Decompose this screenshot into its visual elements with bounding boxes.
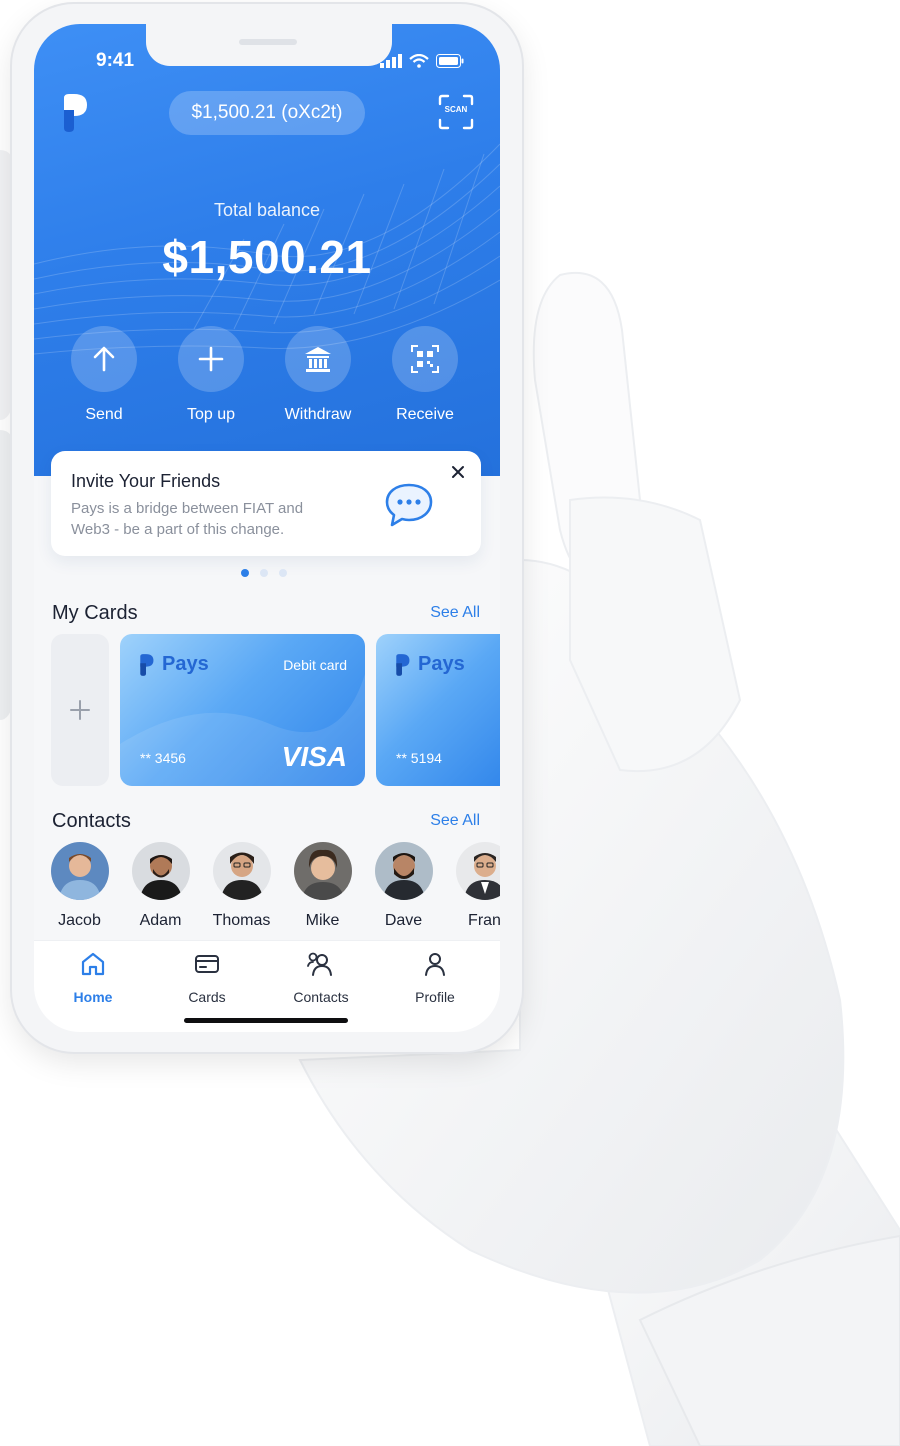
my-cards-see-all-link[interactable]: See All xyxy=(430,604,480,622)
contact-name: Dave xyxy=(384,912,423,929)
card-icon xyxy=(195,955,219,973)
tab-cards-label: Cards xyxy=(188,989,226,1005)
withdraw-label: Withdraw xyxy=(284,406,352,423)
status-time: 9:41 xyxy=(96,50,135,71)
card-type: Debit card xyxy=(283,657,347,673)
receive-label: Receive xyxy=(396,406,454,423)
second-card[interactable]: Pays ** 5194 xyxy=(376,634,500,786)
tab-contacts[interactable]: Contacts xyxy=(271,951,371,1005)
wallet-address-label: $1,500.21 (oXc2t) xyxy=(191,102,343,123)
invite-description: Pays is a bridge between FIAT and Web3 -… xyxy=(71,500,304,538)
contacts-title: Contacts xyxy=(52,810,131,832)
card-brand-name: Pays xyxy=(418,653,465,675)
pays-logo-icon xyxy=(396,653,410,676)
contact-name: Mike xyxy=(305,912,340,929)
tab-cards[interactable]: Cards xyxy=(157,951,257,1005)
contact-name: Thomas xyxy=(212,912,271,929)
total-balance-amount: $1,500.21 xyxy=(162,231,372,283)
carousel-dot[interactable] xyxy=(260,569,268,577)
pays-logo-icon xyxy=(140,653,154,676)
battery-icon xyxy=(436,54,464,68)
invite-friends-banner[interactable]: Invite Your Friends Pays is a bridge bet… xyxy=(51,451,481,556)
avatar xyxy=(131,842,190,900)
contacts-icon xyxy=(307,952,332,976)
arrow-up-icon xyxy=(93,346,115,372)
my-cards-title: My Cards xyxy=(52,602,138,624)
total-balance-label: Total balance xyxy=(213,200,321,220)
top-up-button[interactable]: Top up xyxy=(161,326,261,424)
contact-name: Adam xyxy=(139,912,182,929)
tab-home-label: Home xyxy=(73,989,113,1005)
avatar xyxy=(455,842,500,900)
avatar xyxy=(50,842,109,900)
contact-item[interactable]: Adam xyxy=(120,842,201,930)
invite-title: Invite Your Friends xyxy=(71,471,221,491)
carousel-dot[interactable] xyxy=(279,569,287,577)
close-icon[interactable] xyxy=(451,465,465,479)
wifi-icon xyxy=(409,54,429,68)
home-icon xyxy=(81,952,105,976)
send-button[interactable]: Send xyxy=(54,326,154,424)
tab-profile[interactable]: Profile xyxy=(385,951,485,1005)
debit-card[interactable]: Pays Debit card ** 3456 VISA xyxy=(120,634,365,786)
bank-icon xyxy=(305,347,331,372)
card-number: ** 5194 xyxy=(396,750,442,766)
card-brand-name: Pays xyxy=(162,653,209,675)
tab-contacts-label: Contacts xyxy=(293,989,349,1005)
plus-icon xyxy=(70,700,90,720)
carousel-dots xyxy=(241,569,287,577)
contact-name: Fran xyxy=(468,912,500,929)
chat-bubble-icon xyxy=(385,483,433,527)
contact-item[interactable]: Thomas xyxy=(201,842,282,930)
top-up-label: Top up xyxy=(186,406,236,423)
card-brand: Pays xyxy=(394,653,465,676)
carousel-dot[interactable] xyxy=(241,569,249,577)
wallet-address-pill[interactable]: $1,500.21 (oXc2t) xyxy=(169,91,365,135)
send-label: Send xyxy=(85,406,123,423)
avatar xyxy=(212,842,271,900)
contacts-list: Jacob Adam Thomas Mike Dave Fran xyxy=(34,842,500,936)
profile-icon xyxy=(425,953,445,976)
pays-logo-icon xyxy=(64,94,87,132)
status-icons xyxy=(380,54,464,68)
avatar xyxy=(374,842,433,900)
contact-item[interactable]: Jacob xyxy=(39,842,120,930)
scan-label: SCAN xyxy=(444,105,468,114)
visa-logo: VISA xyxy=(281,741,347,772)
avatar xyxy=(293,842,352,900)
qr-code-icon xyxy=(411,345,439,373)
add-card-button[interactable] xyxy=(51,634,109,786)
contact-item[interactable]: Fran xyxy=(444,842,500,930)
signal-icon xyxy=(380,54,402,68)
contact-item[interactable]: Mike xyxy=(282,842,363,930)
app-screen: 9:41 $1,500.21 (oXc2t) SCAN Total balanc… xyxy=(34,24,500,1032)
contact-name: Jacob xyxy=(58,912,101,929)
scan-button[interactable]: SCAN xyxy=(438,94,474,130)
balance-header: 9:41 $1,500.21 (oXc2t) SCAN Total balanc… xyxy=(34,24,500,476)
home-indicator xyxy=(184,1018,348,1023)
tab-home[interactable]: Home xyxy=(43,951,143,1005)
card-number: ** 3456 xyxy=(140,750,186,766)
contact-item[interactable]: Dave xyxy=(363,842,444,930)
contacts-see-all-link[interactable]: See All xyxy=(430,812,480,830)
withdraw-button[interactable]: Withdraw xyxy=(268,326,368,424)
phone-frame: 9:41 $1,500.21 (oXc2t) SCAN Total balanc… xyxy=(12,4,522,1052)
plus-icon xyxy=(198,346,224,372)
phone-notch xyxy=(146,24,392,66)
card-brand: Pays xyxy=(138,653,209,676)
receive-button[interactable]: Receive xyxy=(375,326,475,424)
tab-profile-label: Profile xyxy=(415,989,455,1005)
